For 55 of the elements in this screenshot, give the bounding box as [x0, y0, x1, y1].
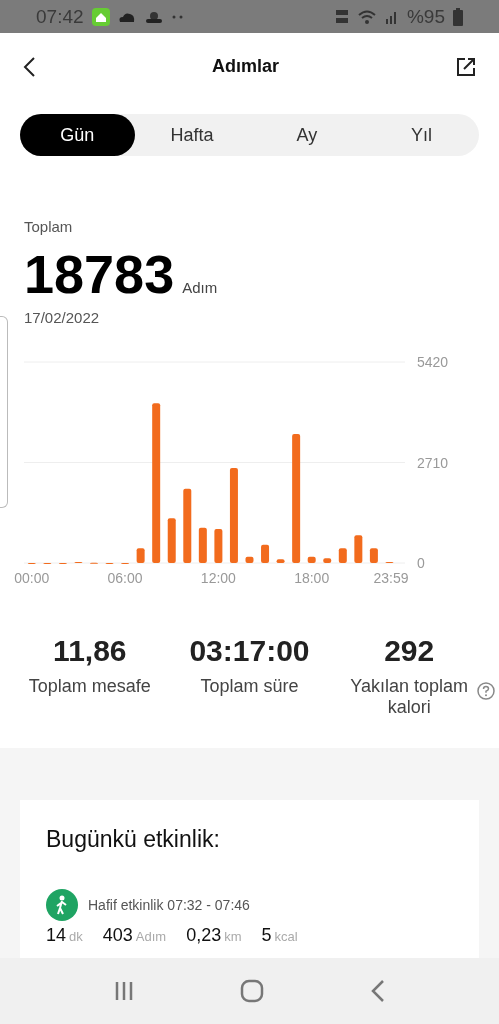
date-label: 17/02/2022: [24, 309, 101, 326]
stat-label: Toplam mesafe: [28, 676, 151, 697]
bar: [338, 548, 347, 563]
stat-value: 03:17:00: [189, 634, 310, 668]
bar: [245, 556, 254, 563]
axis-label: 18:00: [294, 570, 330, 586]
back-nav-button[interactable]: [370, 979, 387, 1003]
axis-label: 06:00: [107, 570, 143, 586]
total-label: Toplam: [24, 218, 74, 235]
bar: [354, 535, 363, 563]
period-tab[interactable]: Gün: [20, 114, 135, 156]
activity-title: Bugünkü etkinlik:: [46, 826, 221, 853]
battery-percent: %95: [406, 5, 445, 28]
stat-value: 292: [384, 634, 435, 668]
axis-label: 00:00: [14, 570, 50, 586]
axis-label: 12:00: [200, 570, 236, 586]
step-unit: Adım: [182, 279, 218, 296]
dots-icon: [171, 13, 184, 20]
axis-label: 0: [417, 555, 425, 571]
bar: [261, 544, 270, 563]
bar: [167, 518, 176, 563]
period-tab[interactable]: Yıl: [364, 114, 479, 156]
activity-metric: 5 kcal: [261, 925, 298, 946]
axis-label: 2710: [417, 454, 449, 471]
share-button[interactable]: [455, 55, 477, 78]
axis-label: 23:59: [373, 570, 409, 586]
bar: [136, 548, 145, 563]
bar: [307, 556, 316, 563]
bar: [276, 559, 285, 563]
stat-label: Toplam süre: [200, 676, 299, 697]
back-button[interactable]: [22, 55, 36, 78]
step-total: 18783: [24, 243, 175, 305]
activity-metric: 403 Adım: [102, 925, 167, 946]
axis-label: 5420: [417, 354, 449, 370]
period-tab[interactable]: Ay: [249, 114, 365, 156]
battery-icon: [453, 7, 463, 26]
period-tab[interactable]: Hafta: [134, 114, 250, 156]
stat-value: 11,86: [53, 634, 127, 668]
cloud-icon: [117, 10, 136, 23]
stat-label: Yakılan toplam kalori: [349, 676, 469, 718]
activity-metric: 0,23 km: [186, 925, 242, 946]
edge-handle[interactable]: [0, 316, 8, 508]
home-button[interactable]: [240, 979, 265, 1003]
bar: [198, 527, 207, 563]
activity-metric: 14 dk: [46, 925, 83, 946]
bar: [214, 528, 223, 563]
wifi-icon: [356, 8, 377, 25]
activity-name: Hafif etkinlik 07:32 - 07:46: [88, 897, 250, 913]
status-time: 07:42: [36, 5, 84, 28]
info-icon[interactable]: [477, 682, 495, 700]
page-title: Adımlar: [212, 56, 279, 77]
bar: [323, 558, 332, 563]
walking-person-icon: [46, 889, 78, 921]
bar: [369, 548, 378, 563]
home-app-icon: [91, 7, 110, 26]
